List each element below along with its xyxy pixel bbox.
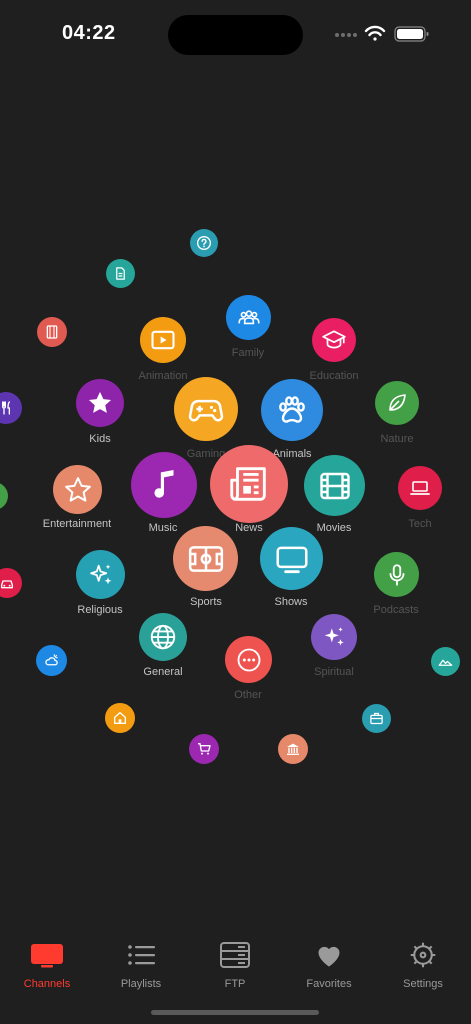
shopping-cart-icon: [198, 743, 211, 755]
dynamic-island: [168, 15, 303, 55]
tab-favorites[interactable]: Favorites: [282, 940, 376, 1000]
category-nature[interactable]: [375, 381, 419, 425]
category-shows[interactable]: [260, 527, 323, 590]
category-tech-label: Tech: [408, 518, 432, 530]
category-gaming[interactable]: [174, 377, 238, 441]
film-strip-bubble[interactable]: [37, 317, 67, 347]
film-strip-icon: [46, 325, 58, 339]
category-animation[interactable]: [140, 317, 186, 363]
category-entertainment[interactable]: [53, 465, 102, 514]
bank-bubble[interactable]: [278, 734, 308, 764]
tab-settings-label: Settings: [403, 978, 443, 990]
tab-ftp[interactable]: FTP: [188, 940, 282, 1000]
green-edge-bubble[interactable]: [0, 482, 8, 510]
tab-channels-label: Channels: [23, 978, 71, 990]
status-icons: [335, 25, 429, 42]
tab-settings[interactable]: Settings: [376, 940, 470, 1000]
laptop-icon: [410, 481, 430, 495]
gamepad-icon: [188, 399, 224, 422]
gear-icon: [410, 942, 436, 968]
category-other-label: Other: [234, 689, 262, 701]
category-music[interactable]: [131, 452, 197, 518]
weather-bubble[interactable]: [36, 645, 67, 676]
category-religious[interactable]: [76, 550, 125, 599]
category-podcasts-label: Podcasts: [373, 604, 419, 616]
tab-ftp-label: FTP: [224, 978, 246, 990]
tv-icon: [31, 944, 63, 968]
home-bubble[interactable]: [105, 703, 135, 733]
shopping-bubble[interactable]: [189, 734, 219, 764]
category-news[interactable]: [210, 445, 288, 523]
category-shows-label: Shows: [274, 596, 308, 608]
category-nature-label: Nature: [380, 433, 414, 445]
help-bubble[interactable]: [190, 229, 218, 257]
food-bubble[interactable]: [0, 392, 22, 424]
paw-icon: [279, 396, 305, 423]
tab-playlists[interactable]: Playlists: [94, 940, 188, 1000]
question-mark-icon: [197, 236, 211, 250]
battery-icon: [394, 26, 429, 42]
category-general-label: General: [143, 666, 183, 678]
category-spiritual-label: Spiritual: [314, 666, 354, 678]
tab-playlists-label: Playlists: [120, 978, 162, 990]
people-icon: [237, 309, 260, 324]
newspaper-icon: [230, 467, 266, 501]
sparkles-icon: [324, 627, 344, 646]
category-kids[interactable]: [76, 379, 124, 427]
field-icon: [188, 545, 223, 572]
document-icon: [116, 267, 125, 280]
graduation-cap-icon: [322, 330, 346, 349]
tab-channels[interactable]: Channels: [0, 940, 94, 1000]
partly-sunny-icon: [45, 654, 58, 666]
tab-favorites-label: Favorites: [306, 978, 352, 990]
sparkles-icon: [89, 564, 111, 584]
play-icon: [151, 330, 175, 350]
category-animals[interactable]: [261, 379, 323, 441]
leaf-icon: [389, 394, 406, 411]
category-kids-label: Kids: [89, 433, 111, 445]
star-icon: [88, 391, 112, 413]
car-bubble[interactable]: [0, 568, 22, 598]
mountains-icon: [438, 659, 453, 666]
heart-icon: [318, 946, 340, 967]
category-family-label: Family: [231, 347, 265, 359]
category-other[interactable]: [225, 636, 272, 683]
car-icon: [0, 580, 13, 589]
category-podcasts[interactable]: [374, 552, 419, 597]
music-note-icon: [154, 469, 174, 498]
wifi-icon: [364, 25, 386, 41]
category-religious-label: Religious: [77, 604, 123, 616]
list-icon: [128, 945, 155, 965]
category-sports[interactable]: [173, 526, 238, 591]
bank-building-icon: [287, 743, 299, 755]
category-movies[interactable]: [304, 455, 365, 516]
fork-knife-icon: [1, 401, 10, 415]
cellular-signal-icon: [335, 33, 357, 37]
document-bubble[interactable]: [106, 259, 135, 288]
film-icon: [319, 472, 350, 499]
business-bubble[interactable]: [362, 704, 391, 733]
briefcase-icon: [370, 712, 383, 725]
globe-icon: [150, 624, 176, 650]
home-indicator: [151, 1010, 319, 1015]
category-tech[interactable]: [398, 466, 442, 510]
category-family[interactable]: [226, 295, 271, 340]
tv-icon: [275, 546, 308, 573]
category-general[interactable]: [139, 613, 187, 661]
microphone-icon: [389, 563, 404, 586]
status-bar: 04:22: [0, 0, 471, 70]
category-spiritual[interactable]: [311, 614, 357, 660]
server-icon: [220, 942, 250, 968]
house-icon: [114, 712, 126, 724]
status-time: 04:22: [62, 22, 116, 44]
outdoors-bubble[interactable]: [431, 647, 460, 676]
star-outline-icon: [64, 476, 91, 502]
category-education[interactable]: [312, 318, 356, 362]
ellipsis-icon: [237, 648, 260, 671]
